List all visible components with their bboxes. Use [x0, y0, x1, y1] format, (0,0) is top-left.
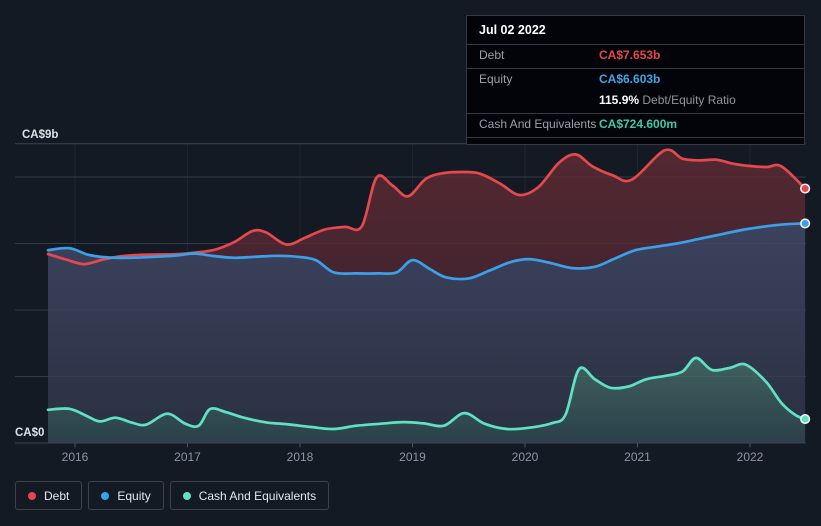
x-axis-ticks — [74, 443, 751, 448]
legend-debt-label: Debt — [44, 488, 70, 503]
legend-item-debt[interactable]: Debt — [15, 481, 83, 510]
year-label-2017: 2017 — [174, 450, 201, 464]
tooltip-equity-value: CA$6.603b — [599, 72, 661, 86]
tooltip-debt-row: Debt CA$7.653b — [467, 45, 804, 69]
chart-legend: Debt Equity Cash And Equivalents — [15, 481, 330, 510]
tooltip-date: Jul 02 2022 — [467, 16, 804, 45]
cash-series-dot-icon — [182, 491, 191, 500]
y-min-label: CA$0 — [15, 427, 44, 439]
cash-endpoint-marker[interactable] — [800, 413, 811, 425]
year-label-2021: 2021 — [624, 450, 651, 464]
legend-equity-label: Equity — [117, 488, 151, 503]
legend-item-cash[interactable]: Cash And Equivalents — [169, 481, 330, 510]
year-label-2018: 2018 — [287, 450, 314, 464]
tooltip-cash-label: Cash And Equivalents — [479, 117, 597, 131]
tooltip-ratio-label: Debt/Equity Ratio — [642, 93, 736, 107]
x-axis-labels: 2016 2017 2018 2019 2020 2021 2022 — [62, 450, 764, 464]
tooltip-ratio-value: 115.9% — [599, 93, 640, 107]
chart-tooltip: Jul 02 2022 Debt CA$7.653b Equity CA$6.6… — [466, 15, 805, 145]
year-label-2022: 2022 — [737, 450, 764, 464]
y-max-label: CA$9b — [22, 129, 58, 141]
equity-endpoint-marker[interactable] — [800, 218, 811, 229]
debt-equity-history-chart: CA$9b CA$0 2016 2017 2018 2019 2020 2021 2022 Ju… — [0, 0, 821, 526]
tooltip-cash-row: Cash And Equivalents CA$724.600m — [467, 114, 804, 138]
legend-cash-label: Cash And Equivalents — [198, 488, 317, 503]
legend-item-equity[interactable]: Equity — [88, 481, 164, 510]
series-areas — [48, 149, 806, 443]
year-label-2016: 2016 — [62, 450, 89, 464]
tooltip-equity-row: Equity CA$6.603b — [467, 69, 804, 90]
tooltip-debt-label: Debt — [479, 48, 505, 62]
equity-series-dot-icon — [101, 491, 110, 500]
debt-endpoint-marker[interactable] — [800, 183, 811, 194]
debt-series-dot-icon — [28, 491, 36, 500]
year-label-2020: 2020 — [512, 450, 539, 464]
tooltip-ratio-row: 115.9% Debt/Equity Ratio — [467, 90, 804, 114]
tooltip-debt-value: CA$7.653b — [599, 48, 661, 62]
tooltip-equity-label: Equity — [479, 72, 513, 86]
tooltip-cash-value: CA$724.600m — [599, 117, 678, 131]
year-label-2019: 2019 — [399, 450, 426, 464]
